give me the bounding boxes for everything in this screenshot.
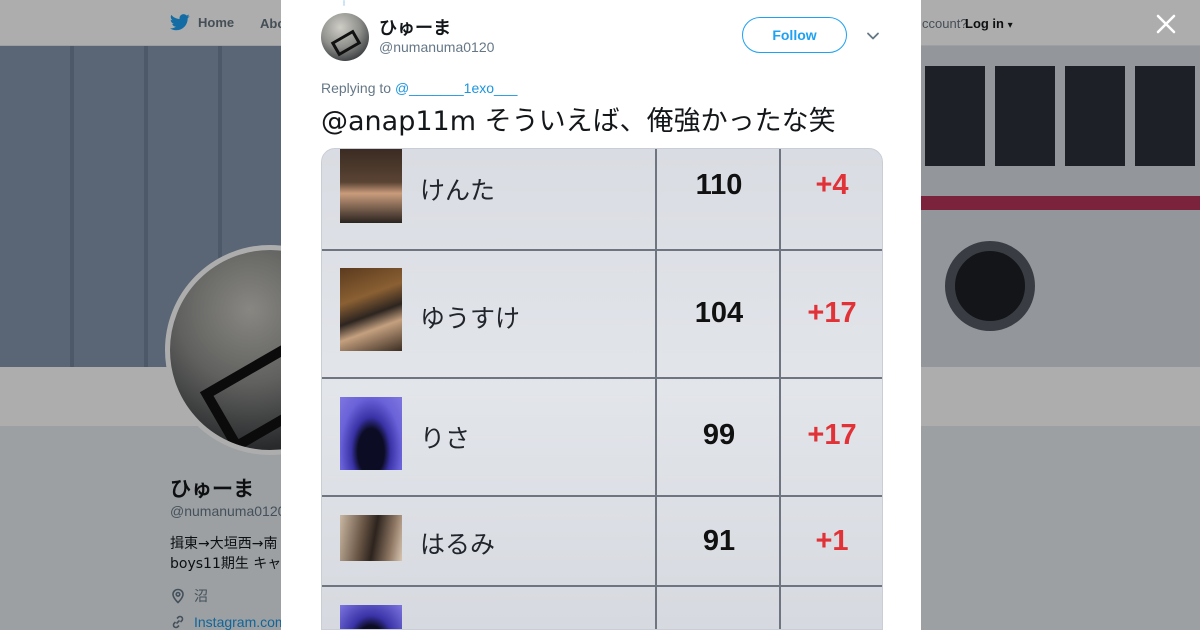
player-name: ゆうすけ: [420, 304, 521, 333]
player-diff: +17: [807, 297, 857, 329]
tweet-media-image[interactable]: けんた 110 +4 ゆうすけ 104 +17 りさ 99 +17 はるみ 91…: [321, 148, 883, 630]
player-score: 91: [702, 525, 736, 557]
replying-to: Replying to @_______1exo___: [321, 80, 517, 96]
leaderboard-row: はるみ 91 +1: [322, 497, 882, 587]
player-score: 110: [695, 169, 743, 201]
player-photo: [340, 605, 402, 629]
close-icon[interactable]: [1153, 11, 1179, 37]
player-name: けんた: [420, 176, 496, 205]
avatar-silhouette: [330, 29, 362, 57]
follow-button[interactable]: Follow: [742, 17, 847, 53]
player-photo: [340, 397, 402, 470]
player-name: はるみ: [420, 530, 496, 559]
player-name: りさ: [420, 424, 471, 453]
player-diff: +1: [815, 525, 849, 557]
player-diff: +17: [807, 419, 857, 451]
leaderboard-row: りさ 99 +17: [322, 379, 882, 497]
author-name[interactable]: ひゅーま: [379, 14, 451, 40]
player-photo: [340, 268, 402, 351]
chevron-down-icon[interactable]: [864, 27, 882, 45]
author-avatar[interactable]: [321, 13, 369, 61]
player-score: 99: [702, 419, 736, 451]
player-score: 104: [694, 297, 744, 329]
player-photo: [340, 515, 402, 561]
replying-to-link[interactable]: @_______1exo___: [395, 80, 517, 96]
leaderboard-row: けんた 110 +4: [322, 149, 882, 251]
leaderboard-row: [322, 587, 882, 629]
thread-connector-line: [343, 0, 345, 6]
leaderboard-row: ゆうすけ 104 +17: [322, 251, 882, 379]
author-handle[interactable]: @numanuma0120: [379, 39, 494, 55]
player-diff: +4: [815, 169, 849, 201]
replying-to-prefix: Replying to: [321, 80, 392, 96]
player-photo: [340, 149, 402, 223]
tweet-text: @anap11m そういえば、俺強かったな笑: [321, 106, 836, 137]
tweet-modal: ひゅーま @numanuma0120 Follow Replying to @_…: [281, 0, 921, 630]
